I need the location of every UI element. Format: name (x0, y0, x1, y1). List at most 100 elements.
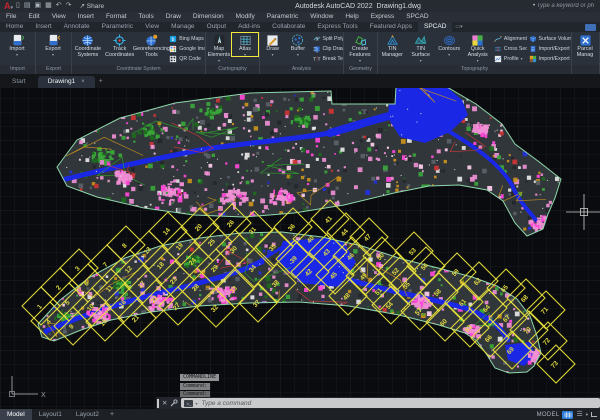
ribbon-button-buffer[interactable]: Buffer▾ (285, 33, 310, 56)
panel-title: Topography (378, 65, 571, 74)
model-space-label[interactable]: MODEL (537, 412, 560, 418)
ribbon-button-label: Surface Volume Tools (539, 36, 571, 42)
ribbon-button-label: Coordinates (105, 53, 134, 59)
ribbon-button-alignment[interactable]: Alignment▾ (494, 34, 526, 43)
ribbon-display-toggle[interactable]: ▭▾ (455, 24, 462, 30)
new-drawing-tab-button[interactable]: + (99, 76, 103, 88)
ribbon-tab-view[interactable]: View (139, 22, 165, 32)
menu-parametric[interactable]: Parametric (261, 12, 304, 22)
ribbon-button-profile[interactable]: Profile▾ (494, 54, 526, 63)
ribbon-button-draw[interactable]: Draw▾ (260, 33, 285, 56)
ribbon-tab-annotate[interactable]: Annotate (58, 22, 96, 32)
svg-text:T: T (317, 56, 320, 61)
plot-icon[interactable]: ▦ (45, 0, 52, 12)
command-history-line: Command: (180, 383, 210, 390)
new-file-icon[interactable]: ▯ (16, 0, 20, 12)
ribbon-button-cross-sections[interactable]: Cross Sections▾ (494, 44, 526, 53)
chevron-down-icon[interactable]: ▾ (586, 412, 588, 418)
chevron-down-icon[interactable]: ▾ (195, 401, 197, 406)
menu-help[interactable]: Help (339, 12, 364, 22)
ribbon-button-coordinate-systems[interactable]: CoordinateSystems (72, 33, 104, 59)
menu-express[interactable]: Express (365, 12, 400, 22)
layout-tab-layout1[interactable]: Layout1 (32, 409, 69, 420)
ribbon-button-create-features[interactable]: CreateFeatures▾ (344, 33, 376, 62)
ribbon-tab-express-tools[interactable]: Express Tools (311, 22, 363, 32)
ribbon-button-atlas[interactable]: Atlas▾ (232, 33, 258, 56)
ribbon-panel-export: Export▾Export (36, 32, 72, 74)
layout-tab-model[interactable]: Model (0, 409, 32, 420)
undo-icon[interactable]: ↶ (56, 0, 62, 12)
ribbon-button-google-image[interactable]: Google Image (169, 44, 204, 53)
ribbon-button-tin-manager[interactable]: TINManager (378, 33, 406, 59)
ribbon-button-qr-code[interactable]: QR Code (169, 54, 204, 63)
grid-display-icon[interactable] (562, 411, 573, 419)
ribbon-button-map-elements[interactable]: MapElements▾ (206, 33, 232, 62)
search-input[interactable]: • Type a keyword or ph (533, 3, 599, 9)
panel-title: Cartography (206, 65, 259, 74)
ribbon-button-quick-analysis[interactable]: QuickAnalysis▾ (463, 33, 491, 62)
ribbon-button-split-polyline[interactable]: Split Polyline (313, 34, 342, 43)
menu-dimension[interactable]: Dimension (187, 12, 230, 22)
wrench-icon[interactable] (170, 399, 178, 407)
ribbon-button-import[interactable]: Import▾ (0, 33, 34, 56)
ribbon-button-label: Import/Export DEM (539, 56, 571, 62)
customization-menu-icon[interactable]: ☰ (576, 411, 582, 419)
ribbon-button-label: Manag (577, 53, 593, 59)
menu-view[interactable]: View (46, 12, 72, 22)
command-input[interactable]: >_ ▾ Type a command (181, 398, 600, 408)
autocad-logo-icon[interactable]: A▾ (4, 1, 13, 11)
infocenter-icon[interactable] (585, 24, 596, 31)
share-button[interactable]: ↗ Share (80, 2, 105, 10)
menu-window[interactable]: Window (304, 12, 339, 22)
menu-draw[interactable]: Draw (160, 12, 187, 22)
ribbon-button-surface-volume-tools[interactable]: Surface Volume Tools▾ (529, 34, 570, 43)
ribbon-tab-manage[interactable]: Manage (165, 22, 201, 32)
ribbon-tab-bar: HomeInsertAnnotateParametricViewManageOu… (0, 22, 600, 32)
ribbon-tab-collaborate[interactable]: Collaborate (266, 22, 311, 32)
close-icon[interactable]: ✕ (162, 399, 167, 407)
ribbon-button-clip-drawing[interactable]: Clip Drawing (313, 44, 342, 53)
ribbon-button-import-export-xml[interactable]: Import/Export XML▾ (529, 44, 570, 53)
ribbon-button-break-text[interactable]: TTBreak Text (313, 54, 342, 63)
chevron-down-icon: ▾ (477, 59, 479, 63)
drawing-canvas[interactable]: 1234567891011121314151617181920212223242… (0, 88, 600, 409)
ribbon-button-parcel-manag[interactable]: ParcelManag (572, 33, 598, 59)
ribbon-button-label: Alignment (504, 36, 527, 42)
ribbon-tab-parametric[interactable]: Parametric (96, 22, 139, 32)
ribbon-tab-add-ins[interactable]: Add-ins (232, 22, 266, 32)
redo-icon[interactable]: ↷ (66, 0, 72, 12)
ribbon-button-contours[interactable]: Contours▾ (435, 33, 463, 56)
ribbon-button-track-coordinates[interactable]: TrackCoordinates (104, 33, 136, 59)
ribbon-button-georeferencing-tools[interactable]: GeoreferencingTools (136, 33, 168, 59)
ribbon-button-label: Profile (504, 56, 519, 62)
clean-screen-icon[interactable] (591, 412, 597, 417)
ribbon-button-tin-surface[interactable]: TINSurface▾ (406, 33, 434, 62)
command-bar-grip[interactable] (157, 399, 159, 408)
menu-insert[interactable]: Insert (72, 12, 100, 22)
menu-file[interactable]: File (0, 12, 22, 22)
layout-tab-layout2[interactable]: Layout2 (69, 409, 106, 420)
chevron-down-icon: ▾ (359, 59, 361, 63)
save-file-icon[interactable]: ▣ (35, 0, 42, 12)
ribbon-tab-spcad[interactable]: SPCAD (418, 22, 452, 32)
ribbon-tab-insert[interactable]: Insert (29, 22, 57, 32)
menu-modify[interactable]: Modify (230, 12, 261, 22)
ribbon-button-import-export-dem[interactable]: Import/Export DEM▾ (529, 54, 570, 63)
open-file-icon[interactable]: ▤ (24, 0, 31, 12)
ribbon-panel-analysis: Draw▾Buffer▾Split PolylineClip DrawingTT… (260, 32, 344, 74)
menu-tools[interactable]: Tools (133, 12, 160, 22)
ribbon-tab-featured-apps[interactable]: Featured Apps (364, 22, 418, 32)
file-tab-start[interactable]: Start (2, 76, 36, 88)
ribbon-button-bing-maps[interactable]: bBing Maps (169, 34, 204, 43)
menu-edit[interactable]: Edit (22, 12, 45, 22)
close-icon[interactable]: × (81, 79, 85, 85)
ribbon-button-export[interactable]: Export▾ (36, 33, 70, 56)
add-layout-button[interactable]: + (106, 411, 118, 418)
panel-title: Geometry (344, 65, 377, 74)
ribbon-tab-home[interactable]: Home (0, 22, 29, 32)
menu-spcad[interactable]: SPCAD (400, 12, 434, 22)
chevron-down-icon: ▾ (52, 53, 54, 57)
ribbon-tab-output[interactable]: Output (201, 22, 233, 32)
menu-format[interactable]: Format (100, 12, 133, 22)
file-tab-drawing1[interactable]: Drawing1× (38, 76, 95, 88)
